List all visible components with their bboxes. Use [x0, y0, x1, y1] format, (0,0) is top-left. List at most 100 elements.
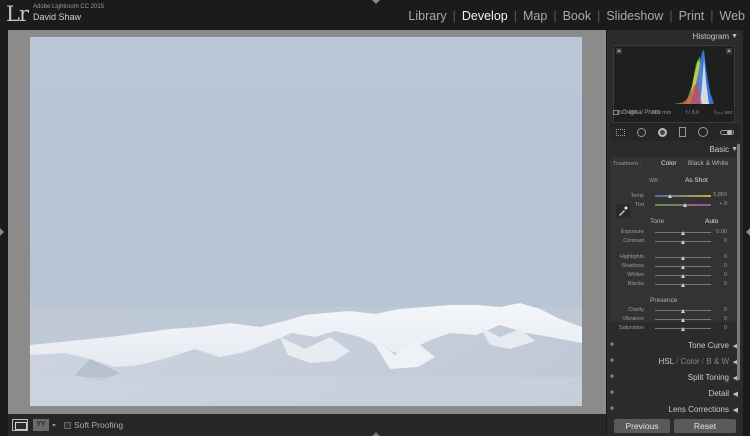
split-toning-panel-header[interactable]: ■ Split Toning ◀ — [607, 373, 743, 382]
expand-triangle-icon: ◀ — [732, 407, 738, 414]
right-panel: Histogram ▼ ISO 400 200 mm f / 8.0 ¹⁄₂₅₀… — [607, 30, 743, 436]
treatment-bw-option[interactable]: Black & White — [688, 160, 728, 167]
highlights-slider-thumb[interactable] — [681, 256, 685, 260]
color-tab[interactable]: Color — [681, 357, 700, 366]
exposure-label: Exposure — [620, 229, 644, 235]
spot-removal-icon[interactable] — [637, 127, 646, 137]
saturation-value[interactable]: 0 — [707, 325, 727, 331]
temp-label: Temp — [630, 193, 644, 199]
whites-label: Whites — [627, 272, 644, 278]
presence-section-label: Presence — [650, 297, 678, 304]
before-after-view-icon[interactable]: YY — [33, 419, 49, 431]
filmstrip-toggle-icon[interactable] — [372, 432, 380, 436]
histogram-chart-icon — [674, 50, 714, 104]
highlights-value[interactable]: 0 — [707, 254, 727, 260]
module-web[interactable]: Web — [719, 9, 746, 23]
shutter-value: ¹⁄₂₅₀ sec — [713, 110, 733, 116]
vibrance-value[interactable]: 0 — [707, 316, 727, 322]
module-separator: | — [669, 9, 673, 23]
soft-proofing-checkbox[interactable] — [64, 422, 71, 429]
module-separator: | — [513, 9, 517, 23]
tone-curve-panel-header[interactable]: ■ Tone Curve ◀ — [607, 341, 743, 350]
radial-filter-icon[interactable] — [698, 127, 708, 137]
blacks-slider-thumb[interactable] — [681, 283, 685, 287]
module-slideshow[interactable]: Slideshow — [605, 9, 664, 23]
panel-switch-icon[interactable]: ■ — [610, 342, 614, 348]
panel-switch-icon[interactable]: ■ — [610, 406, 614, 412]
blacks-value[interactable]: 0 — [707, 281, 727, 287]
panel-switch-icon[interactable]: ■ — [610, 358, 614, 364]
lightroom-logo: Lr — [6, 2, 29, 26]
module-develop[interactable]: Develop — [461, 9, 509, 23]
graduated-filter-icon[interactable] — [679, 127, 686, 137]
bw-tab[interactable]: B & W — [706, 357, 729, 366]
contrast-value[interactable]: 0 — [707, 238, 727, 244]
contrast-label: Contrast — [623, 238, 644, 244]
adjustment-brush-icon[interactable] — [720, 129, 734, 135]
original-photo-indicator: Original Photo — [613, 110, 660, 116]
bottom-toolbar: YY Soft Proofing — [8, 414, 606, 436]
red-eye-correction-icon[interactable] — [658, 127, 667, 137]
loupe-view-icon[interactable] — [12, 419, 28, 431]
module-separator: | — [553, 9, 557, 23]
top-panel-toggle-icon[interactable] — [372, 0, 380, 4]
tint-value[interactable]: + 9 — [707, 201, 727, 207]
clarity-value[interactable]: 0 — [707, 307, 727, 313]
right-panel-toggle-icon[interactable] — [746, 228, 750, 236]
shadows-label: Shadows — [621, 263, 644, 269]
right-panel-scrollbar[interactable] — [737, 144, 740, 380]
left-panel-toggle-icon[interactable] — [0, 228, 4, 236]
photo-preview — [30, 37, 582, 406]
image-canvas[interactable] — [8, 30, 606, 414]
module-picker: Library | Develop | Map | Book | Slidesh… — [407, 9, 746, 23]
module-map[interactable]: Map — [522, 9, 548, 23]
whites-slider-thumb[interactable] — [681, 274, 685, 278]
expand-triangle-icon: ◀ — [732, 391, 738, 398]
highlights-label: Highlights — [619, 254, 644, 260]
blacks-label: Blacks — [627, 281, 644, 287]
panel-switch-icon[interactable]: ■ — [610, 374, 614, 380]
identity-plate-user: David Shaw — [33, 12, 82, 22]
crop-overlay-icon[interactable] — [616, 128, 625, 136]
module-print[interactable]: Print — [678, 9, 706, 23]
temp-value[interactable]: 5,850 — [707, 192, 727, 198]
module-library[interactable]: Library — [407, 9, 447, 23]
basic-panel-header[interactable]: Basic ▼ — [607, 145, 743, 154]
temp-slider-thumb[interactable] — [668, 194, 672, 198]
lens-corrections-panel-header[interactable]: ■ Lens Corrections ◀ — [607, 405, 743, 414]
wb-dropdown[interactable]: As Shot — [685, 177, 708, 184]
temp-slider-track[interactable] — [655, 195, 711, 197]
basic-panel-body: Treatment : Color Black & White WB : As … — [610, 157, 740, 331]
whites-value[interactable]: 0 — [707, 272, 727, 278]
reset-button[interactable]: Reset — [674, 419, 736, 433]
module-book[interactable]: Book — [562, 9, 593, 23]
hsl-tab[interactable]: HSL — [659, 357, 674, 366]
histogram-header[interactable]: Histogram ▼ — [607, 32, 743, 41]
previous-button[interactable]: Previous — [614, 419, 670, 433]
tone-auto-button[interactable]: Auto — [705, 218, 718, 225]
clarity-slider-thumb[interactable] — [681, 309, 685, 313]
vibrance-label: Vibrance — [622, 316, 644, 322]
view-options-chevron-down-icon[interactable] — [52, 424, 56, 427]
hsl-panel-header[interactable]: ■ HSL / Color / B & W ◀ — [607, 357, 743, 366]
exposure-slider-thumb[interactable] — [681, 231, 685, 235]
contrast-slider-thumb[interactable] — [681, 240, 685, 244]
basic-title: Basic — [709, 145, 729, 154]
mountain-landscape-image — [30, 303, 582, 406]
shadows-value[interactable]: 0 — [707, 263, 727, 269]
panel-switch-icon[interactable]: ■ — [610, 390, 614, 396]
module-separator: | — [710, 9, 714, 23]
vibrance-slider-thumb[interactable] — [681, 318, 685, 322]
collapse-triangle-icon: ▼ — [731, 33, 738, 40]
detail-panel-header[interactable]: ■ Detail ◀ — [607, 389, 743, 398]
lens-corrections-title: Lens Corrections — [668, 405, 729, 414]
saturation-slider-thumb[interactable] — [681, 327, 685, 331]
exposure-value[interactable]: 0.00 — [707, 229, 727, 235]
shadows-slider-thumb[interactable] — [681, 265, 685, 269]
tint-slider-thumb[interactable] — [683, 203, 687, 207]
tint-label: Tint — [635, 202, 644, 208]
tone-curve-title: Tone Curve — [688, 341, 729, 350]
wb-label: WB : — [649, 178, 661, 184]
treatment-color-option[interactable]: Color — [661, 160, 677, 167]
develop-tool-strip — [610, 123, 740, 141]
